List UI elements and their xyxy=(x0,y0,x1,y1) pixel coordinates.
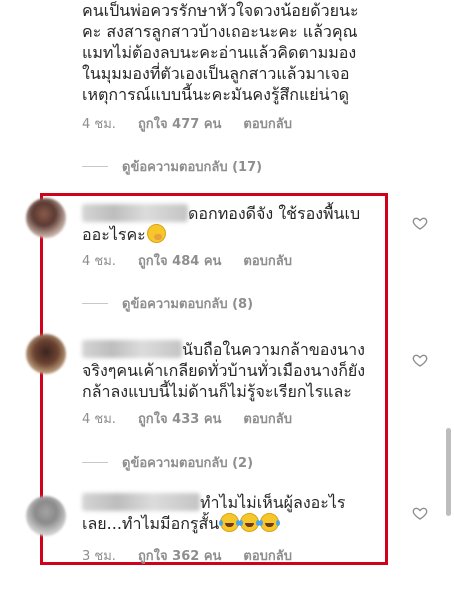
likes-count-link[interactable]: ถูกใจ 477 คน xyxy=(138,113,221,134)
comment-text-line: จริงๆคนเค้าเกลียดทั่วบ้านทั่วเมืองนางก็ย… xyxy=(82,361,366,380)
comment-time: 4 ชม. xyxy=(82,117,116,132)
avatar[interactable] xyxy=(26,496,66,536)
comment-text: ออะไรคะ xyxy=(82,225,146,244)
comment-text-line: นับถือในความกล้าของนาง xyxy=(82,339,402,360)
view-replies-divider xyxy=(82,303,108,304)
username-blurred[interactable] xyxy=(82,493,200,511)
avatar[interactable] xyxy=(26,334,66,374)
comment-meta: 4 ชม. ถูกใจ 433 คน ตอบกลับ xyxy=(82,408,292,429)
comment-text-line: กล้าลงแบบนี้ไม่ด้านก็ไม่รู้จะเรียกไรและ xyxy=(82,382,352,401)
heart-icon[interactable] xyxy=(412,505,428,521)
reply-button[interactable]: ตอบกลับ xyxy=(243,545,292,566)
face-with-tears-of-joy-emoji xyxy=(259,513,281,532)
likes-count-link[interactable]: ถูกใจ 484 คน xyxy=(138,250,221,271)
view-replies-button[interactable]: ดูข้อความตอบกลับ (17) xyxy=(82,156,262,177)
comment-text: ทำไมไม่เห็นผู้ลงอะไร xyxy=(200,493,346,512)
reply-button[interactable]: ตอบกลับ xyxy=(243,113,292,134)
view-replies-divider xyxy=(82,462,108,463)
view-replies-label: ดูข้อความตอบกลับ (17) xyxy=(122,160,263,175)
comment-text: เลย...ทำไมมีอกรูสั้น xyxy=(82,514,220,533)
comment-text-line: ดอกทองดีจัง ใช้รองพื้นเบ xyxy=(82,203,402,224)
face-with-hand-over-mouth-emoji xyxy=(146,224,166,243)
comment-text-line: คะ สงสารลูกสาวบ้างเถอะนะคะ แล้วคุณ xyxy=(82,22,358,41)
view-replies-label: ดูข้อความตอบกลับ (2) xyxy=(122,456,254,471)
comment-text-line: เหตุการณ์แบบนี้นะคะมันคงรู้สึกแย่น่าดู xyxy=(82,85,349,104)
view-replies-button[interactable]: ดูข้อความตอบกลับ (8) xyxy=(82,293,253,314)
comment-meta: 4 ชม. ถูกใจ 477 คน ตอบกลับ xyxy=(82,113,292,134)
comment-text-line: ในมุมมองที่ตัวเองเป็นลูกสาวแล้วมาเจอ xyxy=(82,64,350,83)
comment-body: นับถือในความกล้าของนาง จริงๆคนเค้าเกลียด… xyxy=(82,339,402,402)
likes-count-link[interactable]: ถูกใจ 433 คน xyxy=(138,408,221,429)
face-with-tears-of-joy-emoji xyxy=(219,513,241,532)
heart-icon[interactable] xyxy=(412,352,428,368)
comment-time: 4 ชม. xyxy=(82,412,116,427)
view-replies-label: ดูข้อความตอบกลับ (8) xyxy=(122,297,254,312)
face-with-tears-of-joy-emoji xyxy=(239,513,261,532)
comment-text-line: แมทไม่ต้องลบนะคะอ่านแล้วคิดตามมอง xyxy=(82,43,357,62)
comment-text-line: ออะไรคะ xyxy=(82,224,402,245)
comment-meta: 3 ชม. ถูกใจ 362 คน ตอบกลับ xyxy=(82,545,292,566)
previous-comment: คนเป็นพ่อควรรักษาหัวใจดวงน้อยด้วยนะ คะ ส… xyxy=(82,0,422,105)
comment-meta: 4 ชม. ถูกใจ 484 คน ตอบกลับ xyxy=(82,250,292,271)
username-blurred[interactable] xyxy=(82,340,182,358)
comment-body: ดอกทองดีจัง ใช้รองพื้นเบ ออะไรคะ xyxy=(82,203,402,245)
comment-time: 3 ชม. xyxy=(82,549,116,564)
likes-count-link[interactable]: ถูกใจ 362 คน xyxy=(138,545,221,566)
reply-button[interactable]: ตอบกลับ xyxy=(243,250,292,271)
heart-icon[interactable] xyxy=(412,215,428,231)
username-blurred[interactable] xyxy=(82,204,188,222)
comment-text-line: เลย...ทำไมมีอกรูสั้น xyxy=(82,513,402,534)
avatar[interactable] xyxy=(26,198,66,238)
comment-text-line: คนเป็นพ่อควรรักษาหัวใจดวงน้อยด้วยนะ xyxy=(82,1,359,20)
view-replies-divider xyxy=(82,166,108,167)
comment-text: ดอกทองดีจัง ใช้รองพื้นเบ xyxy=(188,204,361,223)
comment-text-line: ทำไมไม่เห็นผู้ลงอะไร xyxy=(82,492,402,513)
view-replies-button[interactable]: ดูข้อความตอบกลับ (2) xyxy=(82,452,253,473)
comment-body: ทำไมไม่เห็นผู้ลงอะไร เลย...ทำไมมีอกรูสั้… xyxy=(82,492,402,534)
comment-time: 4 ชม. xyxy=(82,254,116,269)
reply-button[interactable]: ตอบกลับ xyxy=(243,408,292,429)
scrollbar-thumb[interactable] xyxy=(446,428,451,516)
comment-text: นับถือในความกล้าของนาง xyxy=(182,340,365,359)
